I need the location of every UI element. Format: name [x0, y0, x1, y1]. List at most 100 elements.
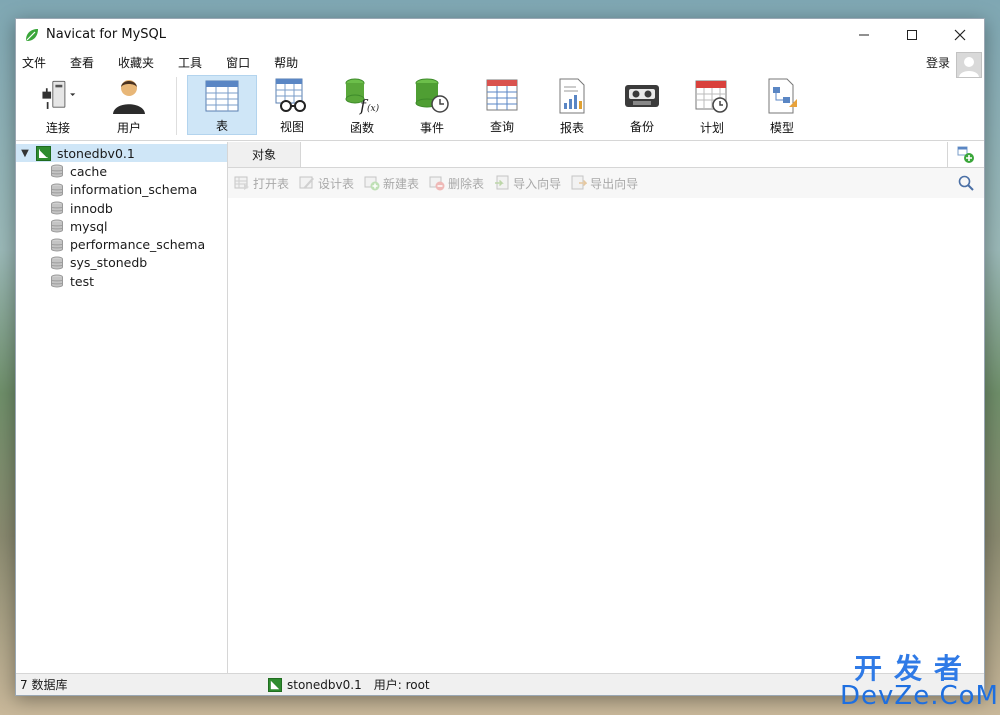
minimize-button[interactable]	[840, 19, 888, 50]
chevron-down-icon[interactable]: ▼	[18, 148, 32, 159]
toolbar-label: 用户	[116, 121, 141, 135]
status-db-count: 7 数据库	[20, 678, 68, 692]
maximize-icon	[907, 29, 917, 40]
close-button[interactable]	[936, 19, 984, 50]
new-table-button[interactable]: 新建表	[364, 175, 419, 192]
tree-database-item[interactable]: test	[16, 272, 227, 290]
menu-view[interactable]: 查看	[68, 54, 106, 71]
avatar-silhouette-icon	[959, 57, 979, 77]
login-link[interactable]: 登录	[926, 54, 950, 71]
event-clock-icon	[413, 77, 451, 115]
window-title: Navicat for MySQL	[46, 27, 166, 42]
tree-database-item[interactable]: sys_stonedb	[16, 254, 227, 272]
toolbar-table[interactable]: 表	[187, 75, 257, 135]
database-icon	[51, 164, 63, 178]
menu-window[interactable]: 窗口	[224, 54, 262, 71]
tree-database-label: mysql	[70, 218, 108, 234]
toolbar-label: 视图	[279, 120, 304, 134]
status-connection: stonedbv0.1	[268, 677, 362, 692]
export-wizard-label: 导出向导	[590, 176, 639, 191]
schedule-calendar-icon	[693, 77, 731, 115]
search-button[interactable]	[958, 175, 974, 194]
toolbar-query[interactable]: 查询	[467, 75, 537, 135]
database-icon	[51, 219, 63, 233]
toolbar-report[interactable]: 报表	[537, 75, 607, 135]
toolbar-schedule[interactable]: 计划	[677, 75, 747, 135]
object-toolbar: 打开表 设计表 新建表 删除表 导入向导 导出向导	[228, 168, 984, 198]
search-icon	[958, 175, 974, 191]
object-pane: 对象 打开表 设计表 新建表 删除表 导入向导 导出向导	[228, 142, 984, 673]
export-wizard-icon	[571, 175, 588, 190]
status-user: 用户: root	[373, 678, 430, 692]
menu-bar: 文件 查看 收藏夹 工具 窗口 帮助 登录	[16, 50, 984, 78]
tree-database-label: performance_schema	[70, 237, 206, 253]
open-table-icon	[234, 176, 249, 190]
model-icon	[763, 77, 801, 115]
main-toolbar: 连接 用户 表 视图 f (x) 函数 事件 查询 报表 备份 计划 模型	[16, 75, 984, 141]
toolbar-backup[interactable]: 备份	[607, 75, 677, 135]
toolbar-model[interactable]: 模型	[747, 75, 817, 135]
backup-tape-icon	[623, 77, 661, 114]
toolbar-label: 报表	[559, 121, 584, 135]
toolbar-event[interactable]: 事件	[397, 75, 467, 135]
connection-plug-icon	[39, 77, 77, 115]
import-wizard-label: 导入向导	[513, 176, 562, 191]
tree-database-label: cache	[70, 163, 108, 179]
toolbar-label: 函数	[349, 121, 374, 135]
open-table-button[interactable]: 打开表	[234, 175, 289, 192]
design-table-icon	[299, 176, 315, 189]
toolbar-label: 表	[215, 119, 228, 133]
delete-table-button[interactable]: 删除表	[429, 175, 484, 192]
avatar[interactable]	[956, 52, 982, 78]
toolbar-label: 查询	[489, 120, 514, 134]
toolbar-separator	[176, 77, 177, 135]
open-table-label: 打开表	[253, 176, 290, 191]
database-icon	[51, 238, 63, 252]
add-tab-icon	[957, 146, 974, 163]
toolbar-user[interactable]: 用户	[94, 75, 164, 135]
tree-connection-label: stonedbv0.1	[57, 145, 135, 161]
menu-tools[interactable]: 工具	[176, 54, 214, 71]
menu-favorites[interactable]: 收藏夹	[116, 54, 166, 71]
toolbar-connection[interactable]: 连接	[22, 75, 94, 135]
svg-text:(x): (x)	[367, 103, 380, 114]
tree-database-item[interactable]: mysql	[16, 217, 227, 235]
toolbar-label: 备份	[629, 120, 654, 134]
database-icon	[51, 256, 63, 270]
tab-objects[interactable]: 对象	[228, 142, 300, 167]
tree-connection-node[interactable]: ▼ stonedbv0.1	[16, 144, 227, 163]
mysql-connection-icon	[268, 677, 282, 692]
watermark: 开发者 DevZe.CoM	[840, 652, 998, 710]
tree-database-label: innodb	[70, 200, 113, 216]
watermark-cn: 开发者	[853, 652, 974, 685]
import-wizard-button[interactable]: 导入向导	[494, 175, 561, 192]
tree-database-item[interactable]: information_schema	[16, 181, 227, 199]
maximize-button[interactable]	[888, 19, 936, 50]
menu-help[interactable]: 帮助	[272, 54, 310, 71]
view-glasses-icon	[273, 77, 311, 114]
design-table-label: 设计表	[318, 176, 355, 191]
menu-file[interactable]: 文件	[20, 54, 58, 71]
export-wizard-button[interactable]: 导出向导	[571, 175, 638, 192]
tree-database-label: information_schema	[70, 182, 198, 198]
database-icon	[51, 274, 63, 288]
tab-bar: 对象	[228, 142, 984, 168]
toolbar-label: 事件	[419, 121, 444, 135]
minimize-icon	[859, 34, 869, 35]
tree-database-item[interactable]: cache	[16, 162, 227, 180]
delete-table-label: 删除表	[448, 176, 485, 191]
close-icon	[954, 29, 966, 40]
database-icon	[51, 201, 63, 215]
toolbar-function[interactable]: f (x) 函数	[327, 75, 397, 135]
design-table-button[interactable]: 设计表	[299, 175, 354, 192]
tree-database-label: sys_stonedb	[70, 255, 148, 271]
import-wizard-icon	[495, 175, 509, 190]
tree-database-item[interactable]: performance_schema	[16, 235, 227, 253]
tree-database-item[interactable]: innodb	[16, 199, 227, 217]
object-list[interactable]	[228, 198, 984, 673]
table-icon	[203, 78, 241, 113]
report-icon	[553, 77, 591, 115]
toolbar-view[interactable]: 视图	[257, 75, 327, 135]
title-bar: Navicat for MySQL	[16, 19, 984, 50]
new-tab-button[interactable]	[948, 142, 984, 167]
